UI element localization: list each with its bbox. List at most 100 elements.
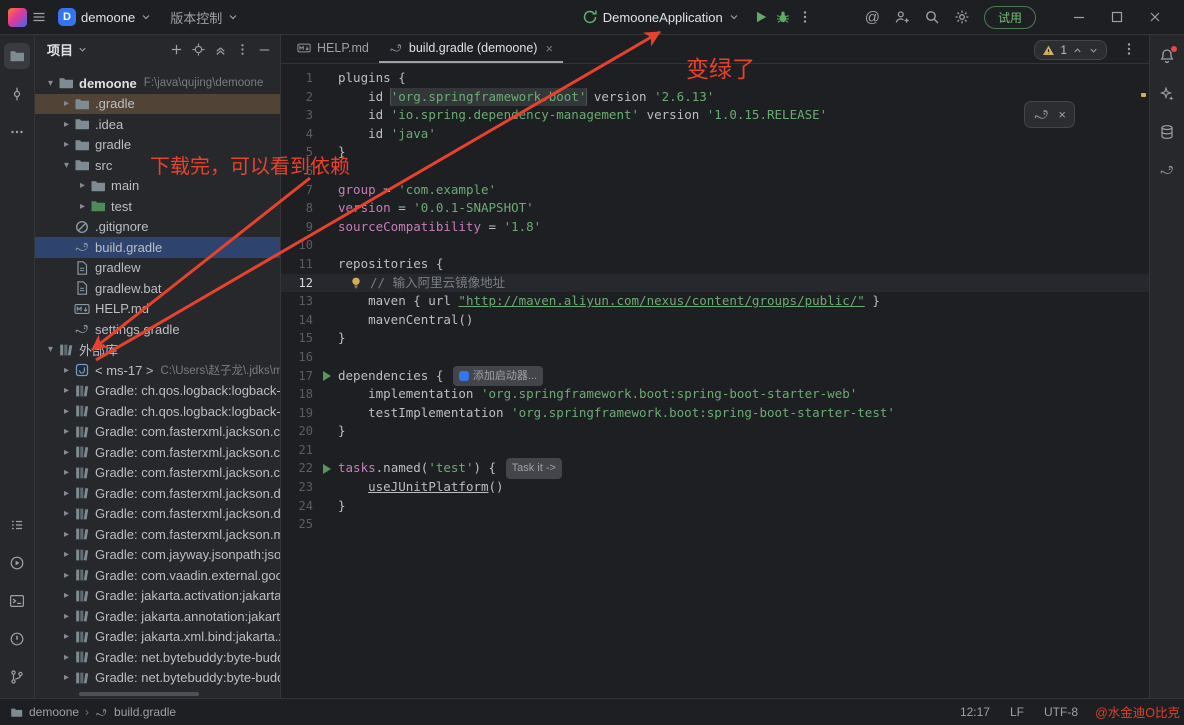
tree-item[interactable]: ▸Gradle: com.fasterxml.jackson.datatyp..… bbox=[35, 483, 280, 504]
plus-icon[interactable] bbox=[169, 42, 184, 57]
tree-item[interactable]: ▸Gradle: com.jayway.jsonpath:json-pat... bbox=[35, 545, 280, 566]
tree-item[interactable]: build.gradle bbox=[35, 237, 280, 258]
run-button[interactable] bbox=[753, 9, 769, 25]
git-tool-button[interactable] bbox=[4, 664, 30, 690]
chevron-right-icon[interactable]: ▸ bbox=[59, 631, 74, 642]
tree-item[interactable]: gradlew.bat bbox=[35, 278, 280, 299]
code-line[interactable]: 3 id 'io.spring.dependency-management' v… bbox=[281, 106, 1149, 125]
intention-bulb-icon[interactable] bbox=[348, 275, 364, 291]
code-with-me-icon[interactable] bbox=[894, 9, 910, 25]
collapse-all-icon[interactable] bbox=[213, 42, 228, 57]
terminal-tool-button[interactable] bbox=[4, 588, 30, 614]
code-line[interactable]: 15} bbox=[281, 329, 1149, 348]
chevron-right-icon[interactable]: ▸ bbox=[59, 406, 74, 417]
code-line[interactable]: 11repositories { bbox=[281, 255, 1149, 274]
breadcrumb-file[interactable]: build.gradle bbox=[114, 705, 176, 719]
inspections-widget[interactable]: 1 bbox=[1034, 40, 1107, 60]
code-line[interactable]: 25 bbox=[281, 515, 1149, 534]
chevron-right-icon[interactable]: ▸ bbox=[59, 139, 74, 150]
line-ending[interactable]: LF bbox=[1010, 705, 1024, 719]
code-editor[interactable]: 1plugins {2 id 'org.springframework.boot… bbox=[281, 64, 1149, 698]
tree-item[interactable]: ▸Gradle: jakarta.annotation:jakarta.ann.… bbox=[35, 606, 280, 627]
hide-panel-icon[interactable] bbox=[257, 42, 272, 57]
tab-close-icon[interactable]: × bbox=[545, 41, 553, 56]
chevron-right-icon[interactable]: ▸ bbox=[59, 365, 74, 376]
maximize-button[interactable] bbox=[1098, 2, 1136, 32]
inlay-hint[interactable]: Task it -> bbox=[506, 458, 562, 479]
database-button[interactable] bbox=[1154, 119, 1180, 145]
debug-button[interactable] bbox=[775, 9, 791, 25]
locate-icon[interactable] bbox=[191, 42, 206, 57]
notifications-button[interactable] bbox=[1154, 43, 1180, 69]
inlay-hint[interactable]: 添加启动器... bbox=[453, 366, 543, 387]
chevron-right-icon[interactable]: ▸ bbox=[59, 119, 74, 130]
problems-tool-button[interactable] bbox=[4, 626, 30, 652]
search-icon[interactable] bbox=[924, 9, 940, 25]
ai-assistant-button[interactable] bbox=[1154, 81, 1180, 107]
trial-button[interactable]: 试用 bbox=[984, 6, 1036, 29]
close-icon[interactable]: × bbox=[1058, 107, 1066, 122]
chevron-right-icon[interactable]: ▸ bbox=[75, 180, 90, 191]
project-tool-button[interactable] bbox=[4, 43, 30, 69]
close-button[interactable] bbox=[1136, 2, 1174, 32]
chevron-right-icon[interactable]: ▸ bbox=[59, 611, 74, 622]
gradle-notification-toast[interactable]: × bbox=[1024, 101, 1075, 128]
chevron-right-icon[interactable]: ▸ bbox=[59, 447, 74, 458]
code-line[interactable]: 22tasks.named('test') { Task it -> bbox=[281, 459, 1149, 478]
tree-item[interactable]: ▸Gradle: net.bytebuddy:byte-buddy:1.1... bbox=[35, 647, 280, 668]
tree-item[interactable]: ▾src bbox=[35, 155, 280, 176]
project-widget[interactable]: D demoone bbox=[51, 4, 159, 30]
tree-item[interactable]: gradlew bbox=[35, 258, 280, 279]
code-line[interactable]: 21 bbox=[281, 441, 1149, 460]
tree-item[interactable]: ▾外部库 bbox=[35, 340, 280, 361]
chevron-up-icon[interactable] bbox=[1072, 45, 1083, 56]
run-line-icon[interactable] bbox=[323, 371, 331, 381]
run-line-icon[interactable] bbox=[323, 464, 331, 474]
chevron-right-icon[interactable]: ▸ bbox=[59, 488, 74, 499]
code-line[interactable]: 13 maven { url "http://maven.aliyun.com/… bbox=[281, 292, 1149, 311]
code-line[interactable]: 7group = 'com.example' bbox=[281, 181, 1149, 200]
chevron-right-icon[interactable]: ▸ bbox=[59, 672, 74, 683]
code-line[interactable]: 23 useJUnitPlatform() bbox=[281, 478, 1149, 497]
chevron-right-icon[interactable]: ▸ bbox=[59, 467, 74, 478]
hamburger-menu-icon[interactable] bbox=[31, 9, 47, 25]
vcs-widget[interactable]: 版本控制 bbox=[163, 4, 246, 31]
chevron-right-icon[interactable]: ▸ bbox=[59, 98, 74, 109]
code-line[interactable]: 9sourceCompatibility = '1.8' bbox=[281, 218, 1149, 237]
ai-mention-icon[interactable]: @ bbox=[865, 9, 880, 26]
tree-item[interactable]: HELP.md bbox=[35, 299, 280, 320]
tree-item[interactable]: ▸.gradle bbox=[35, 94, 280, 115]
tree-item[interactable]: ▸gradle bbox=[35, 135, 280, 156]
more-actions-icon[interactable] bbox=[797, 9, 813, 25]
chevron-right-icon[interactable]: ▸ bbox=[59, 570, 74, 581]
chevron-down-icon[interactable] bbox=[77, 44, 88, 55]
tree-item[interactable]: ▸main bbox=[35, 176, 280, 197]
gradle-tool-button[interactable] bbox=[1154, 157, 1180, 183]
tree-item[interactable]: ▸Gradle: com.fasterxml.jackson.datatyp..… bbox=[35, 504, 280, 525]
error-stripe-warning-mark[interactable] bbox=[1141, 93, 1146, 97]
code-line[interactable]: 6 bbox=[281, 162, 1149, 181]
tree-item[interactable]: ▸Gradle: ch.qos.logback:logback-class... bbox=[35, 381, 280, 402]
code-line[interactable]: 20} bbox=[281, 422, 1149, 441]
tree-item[interactable]: ▸Gradle: com.vaadin.external.google:an..… bbox=[35, 565, 280, 586]
tree-item[interactable]: ▸< ms-17 >C:\Users\赵子龙\.jdks\ms-... bbox=[35, 360, 280, 381]
tree-item[interactable]: settings.gradle bbox=[35, 319, 280, 340]
chevron-right-icon[interactable]: ▸ bbox=[59, 549, 74, 560]
tree-item[interactable]: ▾demooneF:\java\qujing\demoone bbox=[35, 73, 280, 94]
code-line[interactable]: 5} bbox=[281, 143, 1149, 162]
chevron-right-icon[interactable]: ▸ bbox=[59, 426, 74, 437]
chevron-right-icon[interactable]: ▸ bbox=[59, 385, 74, 396]
chevron-down-icon[interactable]: ▾ bbox=[59, 160, 74, 171]
chevron-right-icon[interactable]: ▸ bbox=[59, 590, 74, 601]
chevron-down-icon[interactable]: ▾ bbox=[43, 344, 58, 355]
tab-options[interactable] bbox=[1109, 35, 1149, 63]
code-line[interactable]: 19 testImplementation 'org.springframewo… bbox=[281, 404, 1149, 423]
tree-item[interactable]: ▸Gradle: com.fasterxml.jackson.core:ja..… bbox=[35, 442, 280, 463]
code-line[interactable]: 2 id 'org.springframework.boot' version … bbox=[281, 88, 1149, 107]
tree-item[interactable]: .gitignore bbox=[35, 217, 280, 238]
code-line[interactable]: 14 mavenCentral() bbox=[281, 311, 1149, 330]
code-line[interactable]: 17dependencies { 添加启动器... bbox=[281, 367, 1149, 386]
tree-item[interactable]: ▸Gradle: ch.qos.logback:logback-core... bbox=[35, 401, 280, 422]
code-line[interactable]: 18 implementation 'org.springframework.b… bbox=[281, 385, 1149, 404]
project-panel-title[interactable]: 项目 bbox=[47, 40, 73, 59]
